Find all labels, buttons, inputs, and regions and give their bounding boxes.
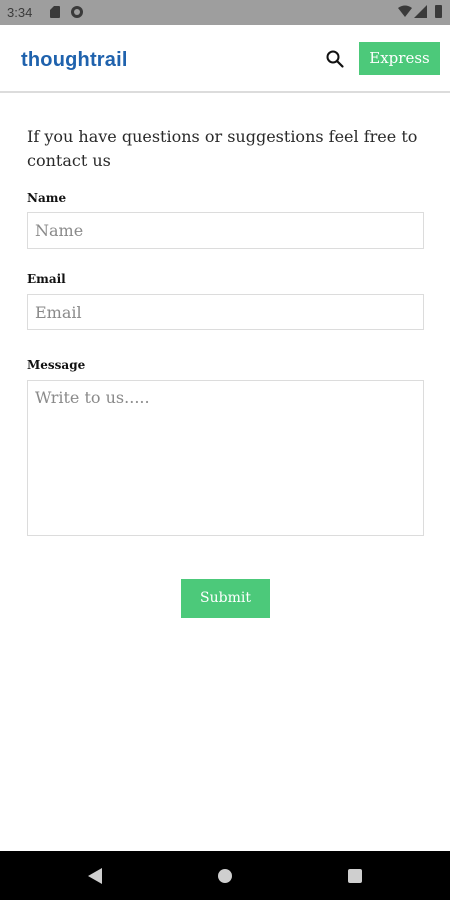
app-header: thoughtrail Express	[0, 25, 450, 93]
email-input[interactable]	[27, 294, 424, 330]
sd-card-icon	[50, 6, 60, 18]
system-nav-bar	[0, 851, 450, 900]
search-icon	[326, 50, 344, 68]
wifi-icon	[398, 5, 412, 17]
search-button[interactable]	[323, 47, 347, 71]
express-button[interactable]: Express	[359, 42, 440, 75]
contact-intro-text: If you have questions or suggestions fee…	[27, 127, 418, 170]
message-textarea[interactable]	[27, 380, 424, 536]
signal-icon	[414, 5, 427, 18]
home-icon[interactable]	[218, 869, 232, 883]
status-time: 3:34	[7, 5, 33, 20]
back-icon[interactable]	[88, 868, 102, 884]
g-icon	[71, 6, 83, 18]
submit-button[interactable]: Submit	[181, 579, 270, 618]
name-input[interactable]	[27, 212, 424, 249]
app-logo[interactable]: thoughtrail	[21, 49, 128, 72]
recents-icon[interactable]	[348, 869, 362, 883]
battery-icon	[435, 5, 442, 18]
message-label: Message	[27, 358, 86, 372]
name-label: Name	[27, 191, 67, 205]
email-label: Email	[27, 272, 66, 286]
status-bar: 3:34	[0, 0, 450, 25]
